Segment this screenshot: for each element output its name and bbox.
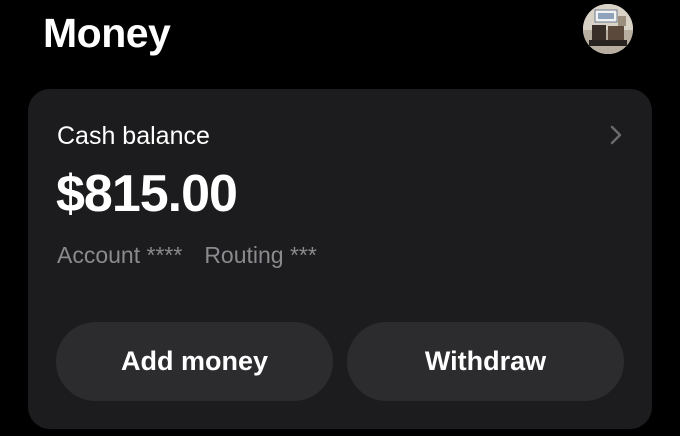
money-screen: Money Cash balance $815.00 Account **** R… bbox=[0, 0, 680, 436]
avatar-image bbox=[583, 4, 633, 54]
chevron-right-icon[interactable] bbox=[608, 123, 624, 147]
page-title: Money bbox=[43, 10, 171, 56]
balance-amount: $815.00 bbox=[56, 165, 238, 223]
routing-number: Routing *** bbox=[204, 242, 317, 268]
account-info[interactable]: Account **** Routing *** bbox=[57, 240, 317, 270]
cash-balance-card[interactable]: Cash balance $815.00 Account **** Routing… bbox=[28, 89, 652, 429]
add-money-button[interactable]: Add money bbox=[56, 322, 333, 401]
profile-avatar[interactable] bbox=[583, 4, 633, 54]
account-number: Account **** bbox=[57, 242, 183, 268]
withdraw-button[interactable]: Withdraw bbox=[347, 322, 624, 401]
card-title: Cash balance bbox=[57, 122, 210, 150]
